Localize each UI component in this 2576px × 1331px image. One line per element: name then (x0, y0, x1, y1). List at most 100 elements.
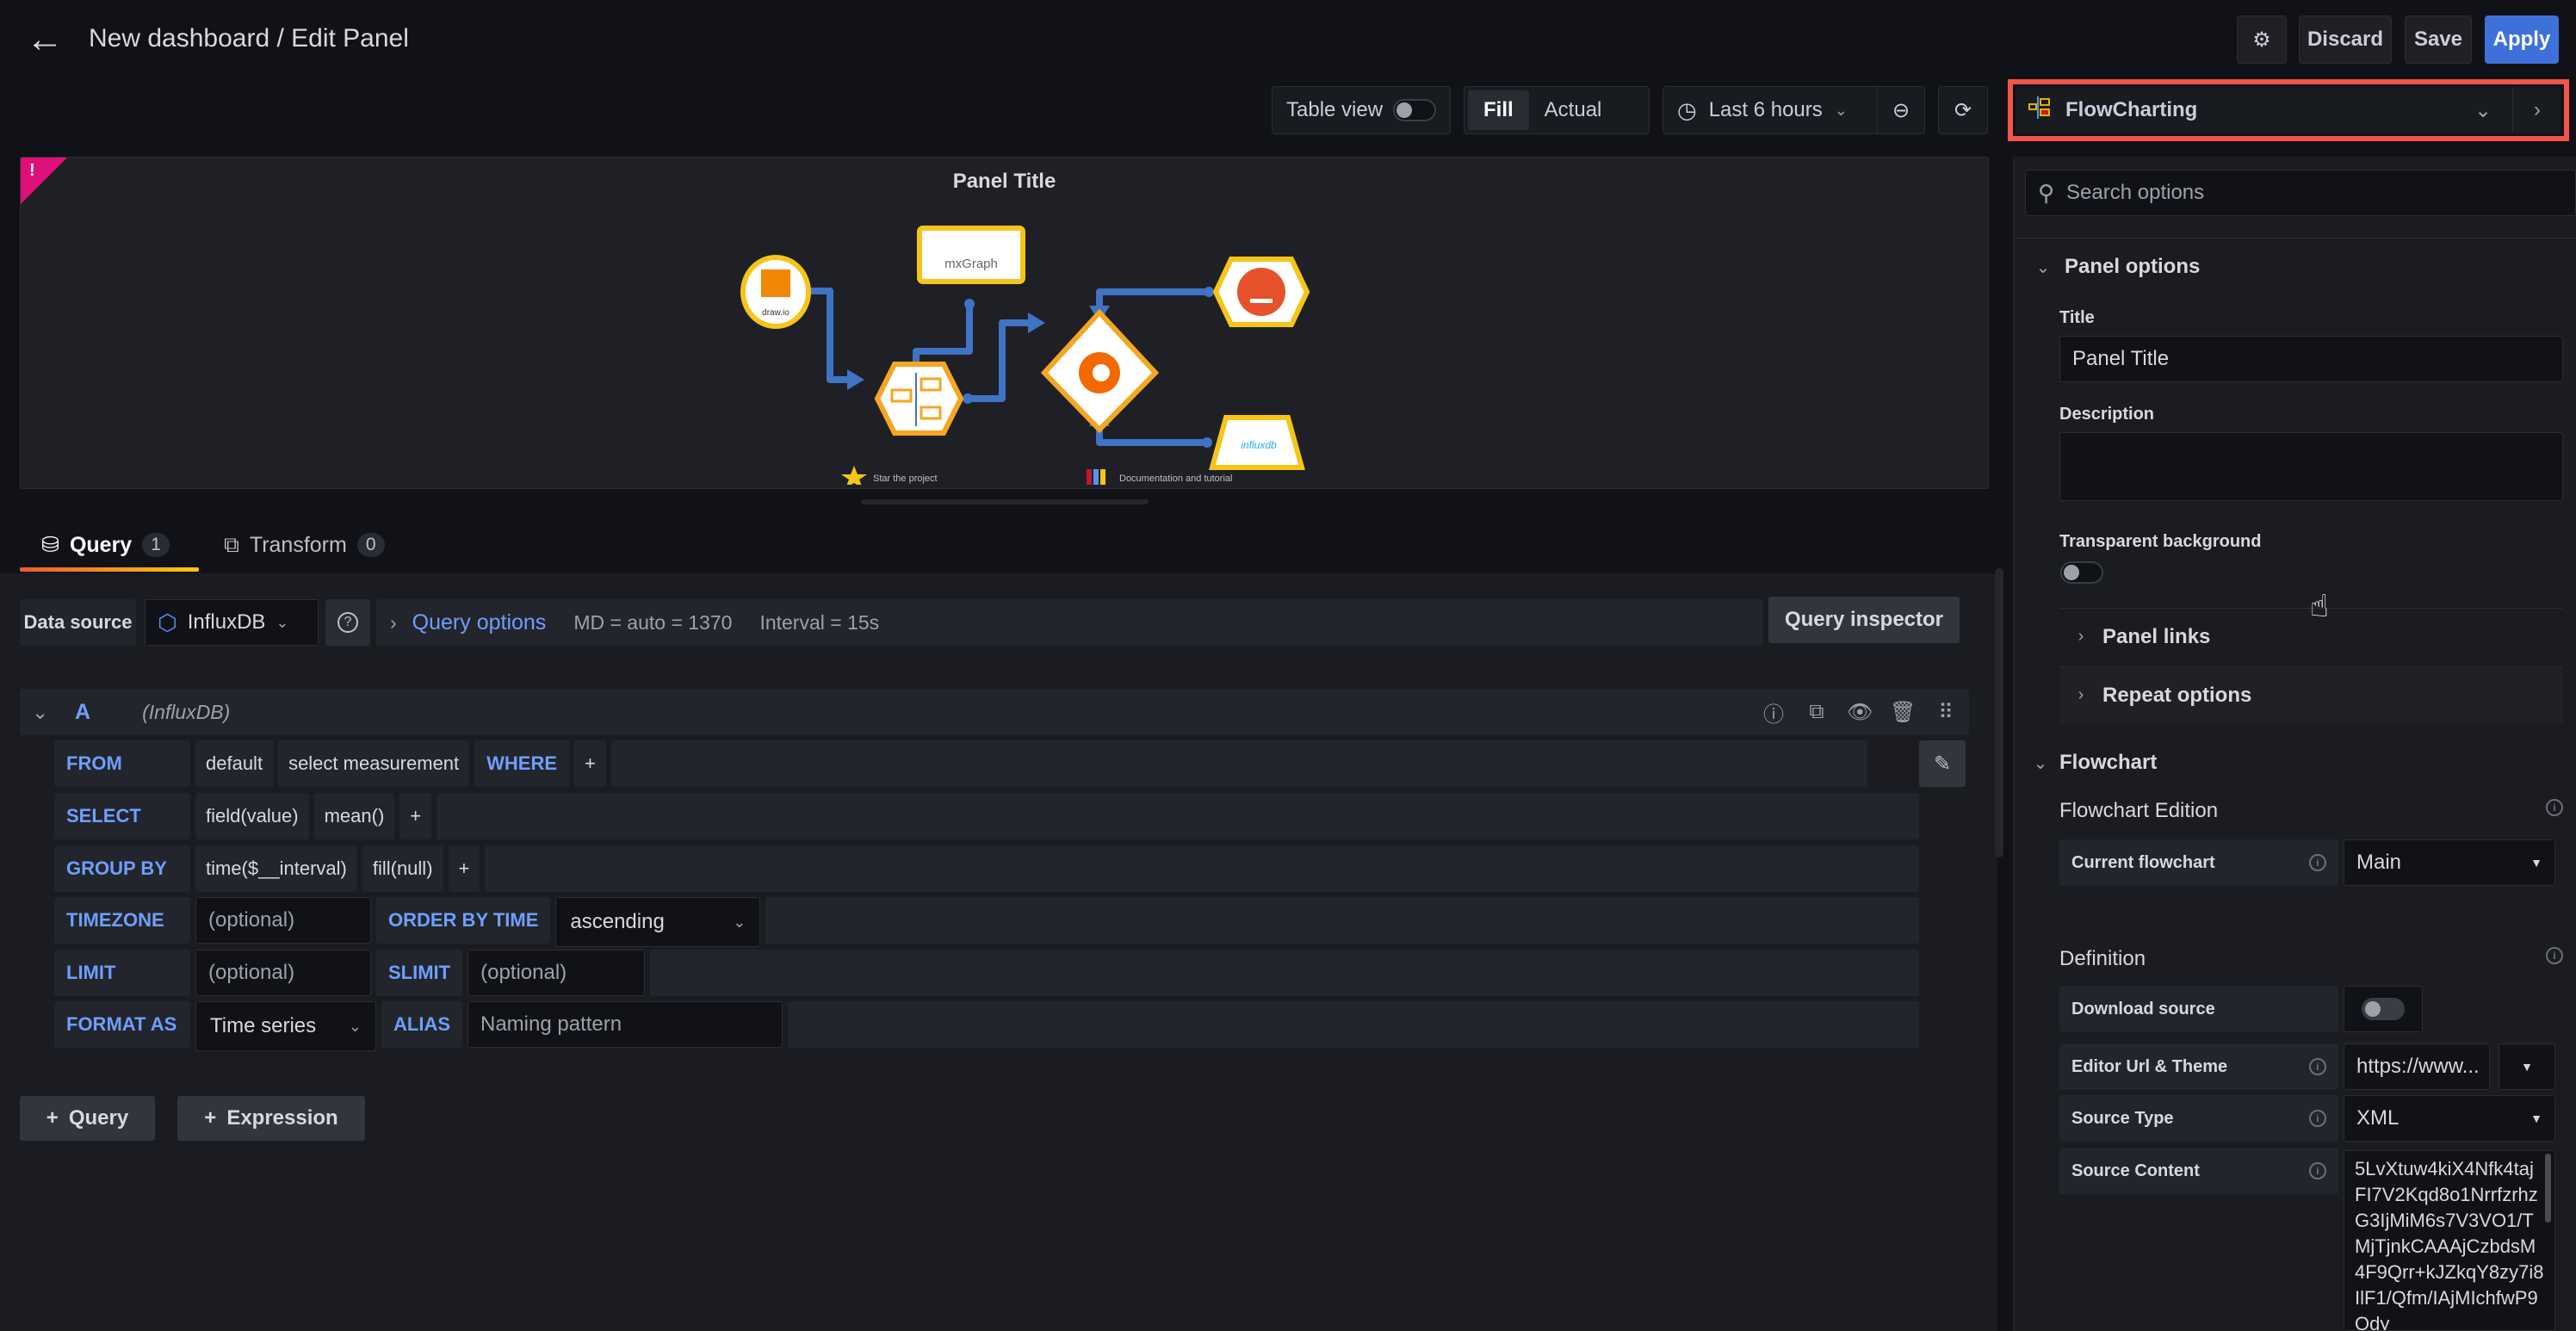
aggregate-function[interactable]: mean() (313, 793, 395, 839)
save-button[interactable]: Save (2405, 15, 2472, 64)
plus-icon: + (46, 1106, 59, 1130)
title-input[interactable]: Panel Title (2059, 336, 2563, 382)
current-flowchart-label: Current flowchart i (2059, 839, 2338, 886)
search-options-input[interactable]: ⚲ Search options (2025, 170, 2576, 216)
query-options-label[interactable]: Query options (412, 610, 547, 635)
duplicate-icon[interactable]: ⧉ (1804, 700, 1830, 724)
fill-option[interactable]: Fill (1468, 90, 1529, 130)
source-type-label: Source Type i (2059, 1095, 2338, 1142)
slimit-input[interactable]: (optional) (468, 950, 646, 996)
add-expression-button[interactable]: + Expression (177, 1096, 365, 1141)
download-source-switch[interactable] (2362, 998, 2405, 1020)
plus-icon: + (204, 1106, 217, 1130)
collapse-options-icon[interactable]: › (2513, 98, 2561, 122)
source-type-value: XML (2356, 1106, 2400, 1130)
group-by-fill[interactable]: fill(null) (362, 845, 443, 892)
order-by-time-keyword: ORDER BY TIME (376, 897, 551, 944)
documentation-link[interactable]: Documentation and tutorial (1119, 474, 1232, 484)
table-view-toggle[interactable]: Table view (1272, 86, 1451, 134)
panel-title[interactable]: Panel Title (21, 170, 1988, 194)
editor-url-input[interactable]: https://www... (2344, 1043, 2490, 1090)
flowchart-section[interactable]: ⌄ Flowchart (2022, 746, 2158, 780)
datasource-help-button[interactable]: ? (325, 599, 370, 646)
trash-icon[interactable]: 🗑 (1890, 700, 1916, 725)
apply-button[interactable]: Apply (2485, 15, 2559, 64)
query-options[interactable]: › Query options MD = auto = 1370 Interva… (376, 599, 1762, 646)
refresh-button[interactable]: ⟳ (1938, 86, 1988, 134)
table-view-switch[interactable] (1393, 99, 1437, 121)
datasource-label: Data source (20, 599, 136, 646)
mouse-cursor-hand-icon: ☝ (2310, 588, 2329, 623)
definition-heading: Definition (2059, 947, 2146, 970)
query-scrollbar[interactable] (1995, 568, 2003, 857)
current-flowchart-value: Main (2356, 851, 2402, 874)
source-content-textarea[interactable]: 5LvXtuw4kiX4Nfk4tajFI7V2Kqd8o1NrrfzrhzG3… (2344, 1150, 2555, 1331)
tab-query[interactable]: ⛁ Query 1 (41, 525, 170, 565)
order-by-value: ascending (570, 910, 665, 933)
current-flowchart-select[interactable]: Main ▼ (2344, 839, 2555, 886)
tab-transform[interactable]: ⧉ Transform 0 (224, 525, 385, 565)
description-textarea[interactable] (2059, 432, 2563, 501)
add-expression-label: Expression (226, 1106, 338, 1130)
drag-handle-icon[interactable]: ⠿ (1933, 700, 1959, 725)
actual-option[interactable]: Actual (1529, 90, 1618, 130)
group-by-keyword: GROUP BY (54, 845, 190, 892)
repeat-options-section[interactable]: › Repeat options (2059, 666, 2563, 723)
caret-down-icon: ▼ (2530, 856, 2542, 870)
eye-icon[interactable]: 👁 (1847, 700, 1873, 725)
clock-icon: ◷ (1677, 96, 1697, 123)
info-icon[interactable]: i (2309, 854, 2326, 871)
add-query-button[interactable]: + Query (20, 1096, 155, 1141)
field-value[interactable]: field(value) (195, 793, 309, 839)
flowchart-diagram: draw.io mxGraph influxdb Star the projec… (740, 226, 1310, 485)
retention-policy[interactable]: default (195, 740, 274, 787)
query-ref-id[interactable]: A (75, 700, 90, 725)
collapse-query-icon[interactable]: ⌄ (32, 701, 58, 724)
link-prometheus-grafana (1096, 288, 1209, 308)
link-drawio-flowcharting (806, 288, 851, 383)
info-icon[interactable]: i (2309, 1058, 2326, 1075)
transparent-background-switch[interactable] (2060, 561, 2103, 584)
visualization-picker[interactable]: FlowCharting ⌄ › (2016, 87, 2561, 133)
limit-input[interactable]: (optional) (195, 950, 371, 996)
star-project-link[interactable]: Star the project (873, 474, 938, 484)
panel-resize-handle[interactable] (861, 499, 1149, 505)
order-by-select[interactable]: ascending ⌄ (555, 897, 761, 947)
chevron-down-icon: ⌄ (2033, 753, 2048, 773)
source-content-scrollbar[interactable] (2545, 1154, 2551, 1223)
add-group-by-button[interactable]: + (448, 845, 480, 892)
help-icon[interactable]: ⓘ (1761, 697, 1786, 727)
source-type-select[interactable]: XML ▼ (2344, 1095, 2555, 1142)
tab-query-label: Query (69, 532, 133, 557)
zoom-out-button[interactable]: ⊖ (1877, 86, 1925, 134)
datasource-picker[interactable]: ⬡ InfluxDB ⌄ (145, 599, 319, 646)
transparent-background-label: Transparent background (2059, 532, 2262, 551)
alias-keyword: ALIAS (381, 1001, 462, 1048)
info-icon[interactable]: i (2309, 1110, 2326, 1127)
info-icon[interactable]: i (2309, 1162, 2326, 1179)
node-mxgraph: mxGraph (917, 226, 1025, 284)
panel-options-section[interactable]: ⌄ Panel options (2022, 250, 2201, 284)
query-inspector-button[interactable]: Query inspector (1768, 597, 1960, 643)
info-icon[interactable]: i (2546, 947, 2563, 964)
group-by-time[interactable]: time($__interval) (195, 845, 357, 892)
alias-input[interactable]: Naming pattern (468, 1001, 783, 1048)
chevron-down-icon: ⌄ (348, 1017, 362, 1035)
add-select-button[interactable]: + (399, 793, 432, 839)
chevron-down-icon: ⌄ (1834, 101, 1848, 119)
info-icon[interactable]: i (2546, 799, 2563, 816)
discard-button[interactable]: Discard (2299, 15, 2392, 64)
back-arrow-icon[interactable]: ← (26, 21, 64, 59)
format-as-select[interactable]: Time series ⌄ (195, 1001, 376, 1051)
panel-links-heading: Panel links (2102, 624, 2211, 648)
settings-button[interactable]: ⚙ (2237, 15, 2287, 64)
measurement-select[interactable]: select measurement (278, 740, 470, 787)
help-icon: ? (337, 612, 358, 633)
toggle-editor-mode-button[interactable]: ✎ (1919, 740, 1966, 787)
editor-theme-select[interactable]: ▼ (2499, 1043, 2555, 1090)
timezone-input[interactable]: (optional) (195, 897, 371, 944)
time-range-picker[interactable]: ◷ Last 6 hours ⌄ (1663, 86, 1878, 134)
node-grafana (1040, 308, 1160, 434)
gear-icon: ⚙ (2252, 28, 2271, 52)
add-where-button[interactable]: + (574, 740, 606, 787)
